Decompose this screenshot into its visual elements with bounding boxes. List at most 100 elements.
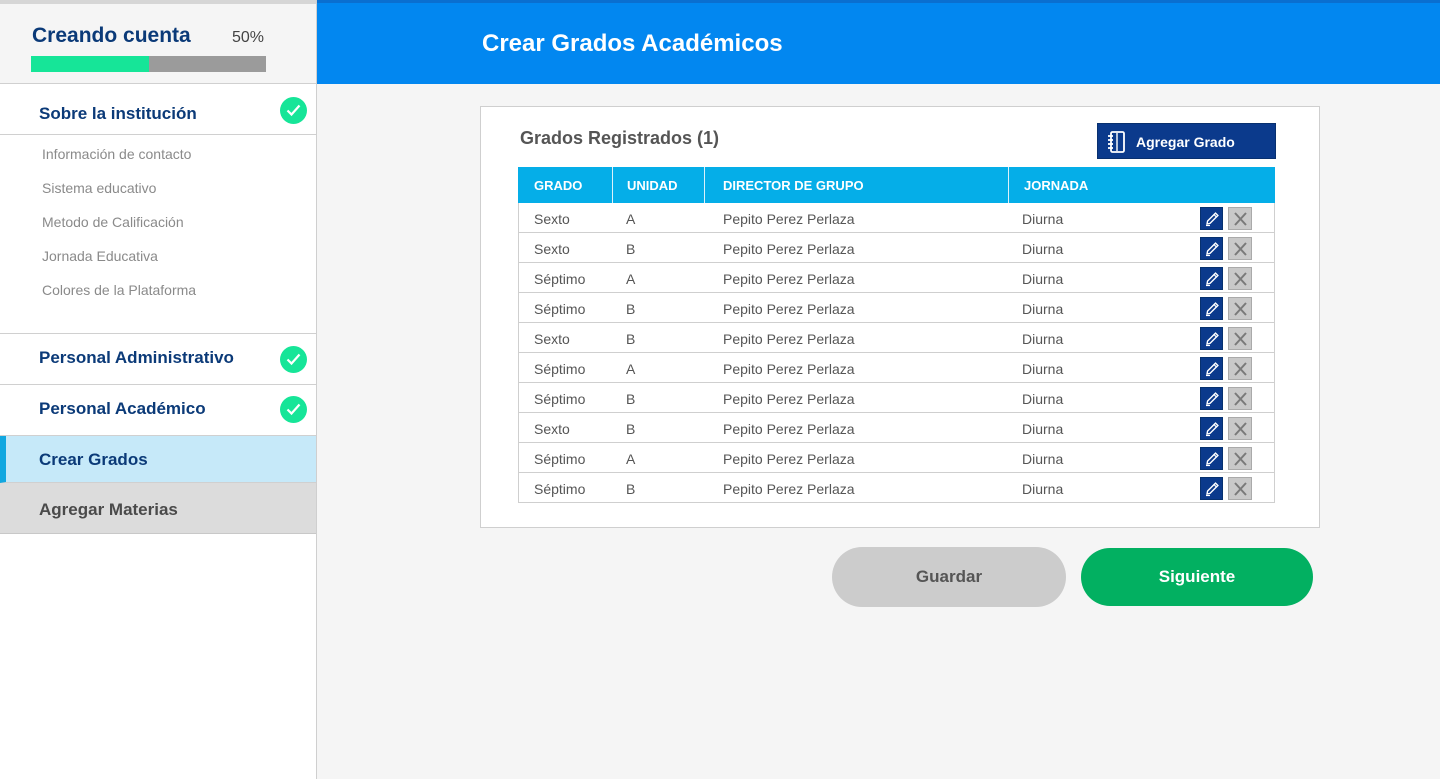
cell-grado: Séptimo (534, 451, 586, 467)
table-header: GRADO UNIDAD DIRECTOR DE GRUPO JORNADA (518, 167, 1275, 203)
pencil-icon (1206, 452, 1219, 467)
cell-director: Pepito Perez Perlaza (723, 271, 855, 287)
delete-row-button[interactable] (1228, 297, 1252, 320)
sub-step-colores[interactable]: Colores de la Plataforma (42, 282, 196, 298)
add-grade-button[interactable]: Agregar Grado (1097, 123, 1276, 159)
close-icon (1234, 392, 1247, 406)
close-icon (1234, 362, 1247, 376)
close-icon (1234, 332, 1247, 346)
grades-card: Grados Registrados (1) Agregar Grado GRA… (480, 106, 1320, 528)
cell-unidad: B (626, 391, 636, 407)
close-icon (1234, 422, 1247, 436)
cell-grado: Sexto (534, 211, 570, 227)
pencil-icon (1206, 332, 1219, 347)
pencil-icon (1206, 362, 1219, 377)
sidebar-item-institucion[interactable]: Sobre la institución (0, 84, 316, 135)
cell-grado: Séptimo (534, 271, 586, 287)
cell-director: Pepito Perez Perlaza (723, 421, 855, 437)
column-divider (612, 167, 613, 203)
check-icon (280, 346, 307, 373)
delete-row-button[interactable] (1228, 357, 1252, 380)
delete-row-button[interactable] (1228, 417, 1252, 440)
column-header-director[interactable]: DIRECTOR DE GRUPO (723, 167, 864, 203)
cell-director: Pepito Perez Perlaza (723, 211, 855, 227)
cell-unidad: B (626, 421, 636, 437)
pencil-icon (1206, 302, 1219, 317)
edit-row-button[interactable] (1200, 477, 1223, 500)
progress-bar-fill (31, 56, 149, 72)
sidebar-item-agregar-materias[interactable]: Agregar Materias (0, 483, 316, 534)
column-header-unidad[interactable]: UNIDAD (627, 167, 678, 203)
table-row: Séptimo A Pepito Perez Perlaza Diurna (518, 353, 1275, 383)
delete-row-button[interactable] (1228, 207, 1252, 230)
table-row: Séptimo B Pepito Perez Perlaza Diurna (518, 473, 1275, 503)
cell-director: Pepito Perez Perlaza (723, 481, 855, 497)
cell-jornada: Diurna (1022, 391, 1064, 407)
delete-row-button[interactable] (1228, 327, 1252, 350)
pencil-icon (1206, 422, 1219, 437)
edit-row-button[interactable] (1200, 357, 1223, 380)
cell-grado: Séptimo (534, 391, 586, 407)
edit-row-button[interactable] (1200, 237, 1223, 260)
cell-unidad: B (626, 241, 636, 257)
sub-step-contacto[interactable]: Información de contacto (42, 146, 191, 162)
cell-unidad: B (626, 301, 636, 317)
delete-row-button[interactable] (1228, 447, 1252, 470)
cell-director: Pepito Perez Perlaza (723, 451, 855, 467)
card-title: Grados Registrados (1) (520, 128, 720, 148)
sub-step-list: Información de contacto Sistema educativ… (0, 135, 316, 334)
column-header-grado[interactable]: GRADO (534, 167, 582, 203)
edit-row-button[interactable] (1200, 267, 1223, 290)
sidebar-item-label: Personal Administrativo (39, 348, 234, 367)
table-row: Sexto B Pepito Perez Perlaza Diurna (518, 323, 1275, 353)
progress-percent: 50% (232, 29, 265, 46)
cell-director: Pepito Perez Perlaza (723, 331, 855, 347)
edit-row-button[interactable] (1200, 387, 1223, 410)
table-body: Sexto A Pepito Perez Perlaza Diurna Sexto B Pe… (518, 203, 1275, 503)
delete-row-button[interactable] (1228, 477, 1252, 500)
delete-row-button[interactable] (1228, 237, 1252, 260)
pencil-icon (1206, 392, 1219, 407)
cell-unidad: A (626, 451, 636, 467)
cell-director: Pepito Perez Perlaza (723, 361, 855, 377)
cell-unidad: A (626, 271, 636, 287)
delete-row-button[interactable] (1228, 387, 1252, 410)
sidebar-item-administrativo[interactable]: Personal Administrativo (0, 334, 316, 385)
close-icon (1234, 242, 1247, 256)
progress-bar (31, 56, 266, 72)
delete-row-button[interactable] (1228, 267, 1252, 290)
cell-director: Pepito Perez Perlaza (723, 301, 855, 317)
sub-step-sistema[interactable]: Sistema educativo (42, 180, 156, 196)
sidebar-item-crear-grados[interactable]: Crear Grados (0, 436, 316, 483)
cell-jornada: Diurna (1022, 271, 1064, 287)
sidebar: Creando cuenta 50% Sobre la institución … (0, 0, 317, 779)
table-row: Séptimo A Pepito Perez Perlaza Diurna (518, 263, 1275, 293)
grades-table: GRADO UNIDAD DIRECTOR DE GRUPO JORNADA S… (518, 167, 1275, 503)
sub-step-jornada[interactable]: Jornada Educativa (42, 248, 158, 264)
sidebar-item-label: Agregar Materias (39, 500, 178, 519)
sidebar-item-label: Personal Académico (39, 399, 206, 418)
cell-grado: Séptimo (534, 481, 586, 497)
edit-row-button[interactable] (1200, 417, 1223, 440)
sub-step-calificacion[interactable]: Metodo de Calificación (42, 214, 184, 230)
save-button[interactable]: Guardar (832, 547, 1066, 607)
edit-row-button[interactable] (1200, 297, 1223, 320)
table-row: Séptimo B Pepito Perez Perlaza Diurna (518, 293, 1275, 323)
cell-unidad: A (626, 211, 636, 227)
table-row: Séptimo B Pepito Perez Perlaza Diurna (518, 383, 1275, 413)
table-row: Sexto A Pepito Perez Perlaza Diurna (518, 203, 1275, 233)
edit-row-button[interactable] (1200, 207, 1223, 230)
edit-row-button[interactable] (1200, 327, 1223, 350)
column-header-jornada[interactable]: JORNADA (1024, 167, 1088, 203)
page-title: Crear Grados Académicos (482, 30, 783, 57)
next-button[interactable]: Siguiente (1081, 548, 1313, 606)
sidebar-item-academico[interactable]: Personal Académico (0, 385, 316, 436)
column-divider (1008, 167, 1009, 203)
sidebar-item-label: Crear Grados (39, 450, 148, 469)
page-header: Crear Grados Académicos (317, 0, 1440, 84)
cell-director: Pepito Perez Perlaza (723, 391, 855, 407)
add-grade-label: Agregar Grado (1136, 134, 1235, 150)
edit-row-button[interactable] (1200, 447, 1223, 470)
cell-jornada: Diurna (1022, 331, 1064, 347)
pencil-icon (1206, 212, 1219, 227)
